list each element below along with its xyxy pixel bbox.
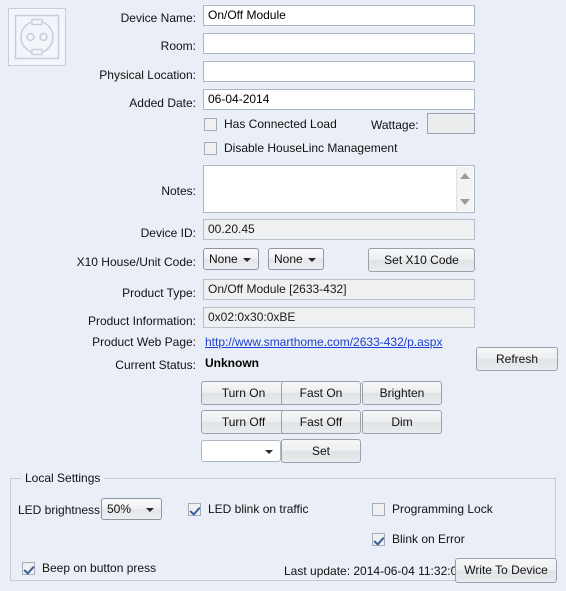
checkbox-box (372, 502, 385, 516)
led-blink-on-traffic-label: LED blink on traffic (208, 502, 309, 516)
chevron-down-icon (243, 258, 251, 262)
level-select[interactable] (201, 440, 281, 462)
blink-on-error-checkbox[interactable]: Blink on Error (372, 532, 465, 546)
refresh-button[interactable]: Refresh (476, 347, 558, 371)
physical-location-label: Physical Location: (99, 68, 196, 82)
notes-scrollbar[interactable] (456, 167, 473, 211)
checkbox-box (22, 561, 35, 575)
turn-off-button[interactable]: Turn Off (201, 410, 286, 434)
fast-on-button[interactable]: Fast On (281, 381, 361, 405)
fast-off-button[interactable]: Fast Off (281, 410, 361, 434)
device-properties-panel: Device Name: On/Off Module Room: Physica… (0, 0, 566, 591)
product-type-value: On/Off Module [2633-432] (203, 279, 475, 300)
chevron-down-icon (146, 508, 154, 512)
led-blink-on-traffic-checkbox[interactable]: LED blink on traffic (188, 502, 309, 516)
product-type-label: Product Type: (122, 286, 196, 300)
scroll-down-arrow-icon[interactable] (460, 199, 470, 205)
added-date-input[interactable]: 06-04-2014 (203, 89, 475, 110)
notes-label: Notes: (161, 184, 196, 198)
led-brightness-label: LED brightness: (18, 503, 104, 517)
programming-lock-checkbox[interactable]: Programming Lock (372, 502, 493, 516)
product-information-label: Product Information: (87, 314, 196, 328)
programming-lock-label: Programming Lock (392, 502, 493, 516)
last-update-text: Last update: 2014-06-04 11:32:00 (284, 564, 464, 578)
led-brightness-select[interactable]: 50% (101, 498, 162, 520)
device-name-input[interactable]: On/Off Module (203, 5, 475, 26)
current-status-value: Unknown (205, 356, 259, 370)
write-to-device-button[interactable]: Write To Device (455, 558, 557, 583)
device-name-label: Device Name: (120, 11, 196, 25)
notes-textarea[interactable] (203, 165, 475, 213)
device-id-value: 00.20.45 (203, 219, 475, 240)
local-settings-title: Local Settings (21, 471, 105, 485)
x10-unit-code-value: None (274, 252, 303, 266)
x10-house-unit-code-label: X10 House/Unit Code: (76, 255, 196, 269)
x10-house-code-select[interactable]: None (203, 248, 259, 270)
x10-house-code-value: None (209, 252, 238, 266)
product-information-value: 0x02:0x30:0xBE (203, 307, 475, 328)
set-x10-code-button[interactable]: Set X10 Code (368, 248, 475, 272)
device-id-label: Device ID: (140, 226, 196, 240)
wattage-input[interactable] (427, 113, 475, 134)
added-date-label: Added Date: (129, 96, 196, 110)
wattage-label: Wattage: (371, 118, 419, 132)
set-level-button[interactable]: Set (281, 439, 361, 463)
room-input[interactable] (203, 33, 475, 54)
led-brightness-value: 50% (107, 502, 132, 516)
disable-houselinc-management-label: Disable HouseLinc Management (224, 141, 398, 155)
product-web-page-label: Product Web Page: (92, 335, 196, 349)
has-connected-load-checkbox[interactable]: Has Connected Load (204, 117, 337, 131)
disable-houselinc-management-checkbox[interactable]: Disable HouseLinc Management (204, 141, 397, 155)
turn-on-button[interactable]: Turn On (201, 381, 286, 405)
checkbox-box (204, 141, 217, 155)
dim-button[interactable]: Dim (362, 410, 442, 434)
blink-on-error-label: Blink on Error (392, 532, 465, 546)
chevron-down-icon (308, 258, 316, 262)
physical-location-input[interactable] (203, 61, 475, 82)
checkbox-box (204, 117, 217, 131)
room-label: Room: (160, 39, 196, 53)
checkbox-box (372, 532, 385, 546)
beep-on-button-press-label: Beep on button press (42, 561, 157, 575)
scroll-up-arrow-icon[interactable] (460, 173, 470, 179)
current-status-label: Current Status: (115, 358, 196, 372)
product-web-page-link[interactable]: http://www.smarthome.com/2633-432/p.aspx (205, 335, 442, 349)
has-connected-load-label: Has Connected Load (224, 117, 337, 131)
chevron-down-icon (265, 450, 273, 454)
x10-unit-code-select[interactable]: None (268, 248, 324, 270)
checkbox-box (188, 502, 201, 516)
beep-on-button-press-checkbox[interactable]: Beep on button press (22, 561, 156, 575)
brighten-button[interactable]: Brighten (362, 381, 442, 405)
